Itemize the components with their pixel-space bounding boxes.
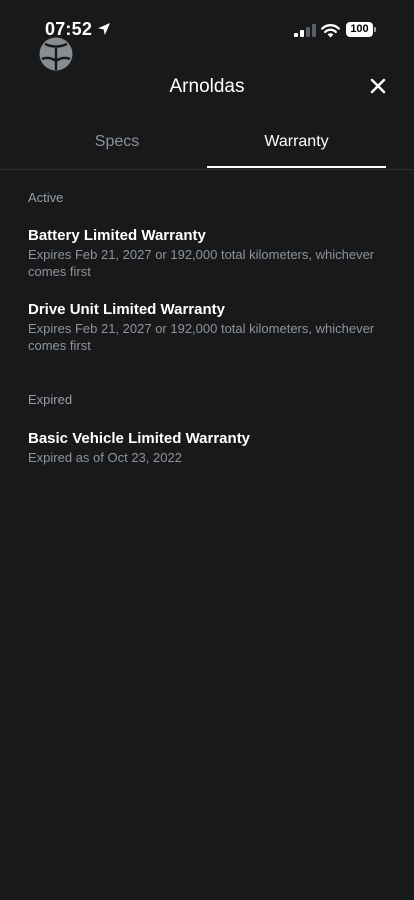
active-tab-indicator: [207, 166, 386, 168]
warranty-item-title: Drive Unit Limited Warranty: [28, 301, 225, 318]
battery-icon: 100: [346, 22, 376, 37]
section-label-active: Active: [28, 190, 64, 205]
signal-icon: [294, 24, 316, 37]
location-arrow-icon: [98, 23, 110, 35]
warranty-item-title: Basic Vehicle Limited Warranty: [28, 430, 251, 447]
battery-cap: [374, 27, 376, 32]
tab-warranty[interactable]: Warranty: [207, 118, 386, 168]
warranty-item-description: Expired as of Oct 23, 2022: [28, 450, 182, 465]
warranty-item-description: Expires Feb 21, 2027 or 192,000 total ki…: [28, 321, 375, 353]
section-label-expired: Expired: [28, 392, 73, 407]
battery-level: 100: [346, 22, 373, 37]
wifi-icon: [321, 24, 340, 38]
tab-specs[interactable]: Specs: [27, 118, 207, 168]
page-title: Arnoldas: [169, 76, 245, 97]
warranty-item-title: Battery Limited Warranty: [28, 227, 206, 244]
warranty-item-description: Expires Feb 21, 2027 or 192,000 total ki…: [28, 247, 375, 279]
tab-bar: Specs Warranty: [0, 118, 414, 170]
warranty-screen: 07:52 100 Arnoldas Specs Warranty Active…: [0, 0, 414, 900]
app-logo-icon: [39, 37, 73, 71]
close-icon[interactable]: [368, 76, 388, 96]
